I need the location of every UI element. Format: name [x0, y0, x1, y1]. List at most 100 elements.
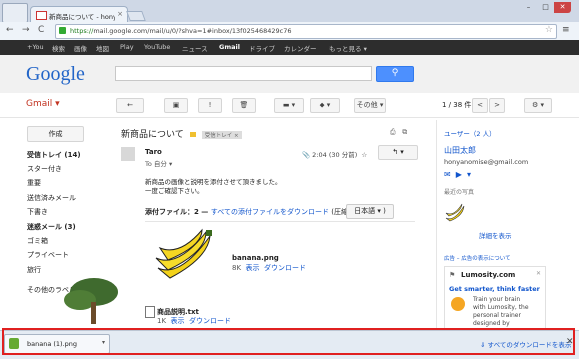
gbar-item-maps[interactable]: 地図	[96, 43, 109, 53]
settings-button[interactable]: ⚙ ▾	[524, 98, 552, 113]
gbar-item-images[interactable]: 画像	[74, 43, 87, 53]
window-controls: – □ ✕	[520, 2, 576, 14]
ad-line: Train your brain	[473, 296, 521, 303]
report-spam-button[interactable]: !	[198, 98, 222, 113]
sidebar-item-important[interactable]: 重要	[27, 178, 41, 188]
forward-button[interactable]: →	[22, 25, 30, 35]
lumosity-logo-icon	[451, 297, 465, 311]
search-button[interactable]: ⚲	[376, 66, 414, 82]
sidebar-item-starred[interactable]: スター付き	[27, 164, 62, 174]
gbar-item-gmail[interactable]: Gmail	[219, 43, 240, 51]
video-icon[interactable]: ▶	[456, 170, 462, 179]
ad-close-icon[interactable]: ✕	[536, 270, 541, 277]
browser-menu-icon[interactable]: ≡	[562, 25, 574, 35]
folder-icon	[189, 132, 196, 137]
sidebar-item-travel[interactable]: 旅行	[27, 265, 41, 275]
reply-button[interactable]: ↰ ▾	[378, 145, 418, 160]
ad-title[interactable]: Lumosity.com	[461, 271, 515, 279]
profile-avatar-icon[interactable]	[2, 3, 28, 23]
back-button[interactable]: ←	[6, 25, 14, 35]
delete-button[interactable]: 🗑	[232, 98, 256, 113]
url-text: https://mail.google.com/mail/u/0/?shva=1…	[70, 27, 292, 35]
archive-button[interactable]: ▣	[164, 98, 188, 113]
prev-mail-button[interactable]: <	[472, 98, 488, 113]
mail-time: 📎 2:04 (30 分前) ☆	[302, 151, 368, 159]
attachment-meta: 1K 表示 ダウンロード	[157, 317, 231, 325]
sender-avatar	[121, 147, 135, 161]
maximize-button[interactable]: □	[537, 2, 554, 13]
banana-thumbnail[interactable]	[150, 228, 222, 284]
view-link[interactable]: 表示	[246, 264, 260, 272]
recent-photo-banana[interactable]	[444, 202, 466, 224]
ad-line: personal trainer	[473, 312, 521, 319]
users-heading[interactable]: ユーザー（2 人）	[444, 128, 496, 138]
text-file-icon	[145, 306, 155, 318]
inbox-tag[interactable]: 受信トレイ ×	[201, 130, 242, 139]
minimize-button[interactable]: –	[520, 2, 537, 13]
tab-close-icon[interactable]: ×	[117, 10, 123, 18]
download-all-link[interactable]: すべての添付ファイルをダウンロード	[211, 208, 329, 216]
contact-actions: ✉ ▶ ▾	[444, 170, 471, 179]
gmail-menu[interactable]: Gmail ▾	[26, 99, 60, 109]
recipient-line[interactable]: To 自分 ▾	[145, 158, 172, 168]
attachments-header: 添付ファイル：2 — すべての添付ファイルをダウンロード (圧縮:	[145, 208, 351, 216]
download-link[interactable]: ダウンロード	[264, 264, 306, 272]
view-link[interactable]: 表示	[171, 317, 185, 325]
contact-email: honyanomise@gmail.com	[444, 158, 529, 166]
sender-name[interactable]: Taro	[145, 148, 162, 156]
contact-name[interactable]: 山田太郎	[444, 145, 476, 156]
new-tab-button[interactable]	[126, 11, 146, 21]
show-details-link[interactable]: 詳細を表示	[479, 230, 512, 240]
gbar-item-youtube[interactable]: YouTube	[144, 43, 170, 51]
tab-title: 新商品について - honyano	[49, 13, 115, 21]
lock-icon	[59, 27, 66, 34]
sidebar-item-private[interactable]: プライベート	[27, 250, 69, 260]
divider	[145, 221, 415, 222]
next-mail-button[interactable]: >	[489, 98, 505, 113]
google-logo[interactable]: Google	[26, 63, 85, 86]
sidebar-item-sent[interactable]: 送信済みメール	[27, 193, 76, 203]
bookmark-star-icon[interactable]: ☆	[545, 25, 553, 35]
search-icon: ⚲	[391, 68, 399, 78]
ad-line: with Lumosity, the	[473, 304, 529, 311]
gbar-item-more[interactable]: もっと見る ▾	[329, 43, 367, 53]
more-actions-button[interactable]: その他 ▾	[354, 98, 386, 113]
reload-button[interactable]: C	[38, 25, 44, 35]
gmail-favicon-icon	[36, 11, 47, 20]
address-bar[interactable]: https://mail.google.com/mail/u/0/?shva=1…	[55, 24, 557, 39]
sidebar-item-drafts[interactable]: 下書き	[27, 207, 48, 217]
search-input[interactable]	[115, 66, 372, 81]
sidebar-item-trash[interactable]: ゴミ箱	[27, 236, 48, 246]
gbar-item-drive[interactable]: ドライブ	[249, 43, 275, 53]
gbar-item-search[interactable]: 検索	[52, 43, 65, 53]
mail-subject: 新商品について 受信トレイ ×	[121, 127, 242, 140]
gbar-item-plus-you[interactable]: +You	[27, 43, 44, 51]
download-link[interactable]: ダウンロード	[189, 317, 231, 325]
new-window-icon[interactable]: ⧉	[402, 128, 407, 136]
print-icon[interactable]: ⎙	[390, 128, 396, 136]
tag-icon: ⚑	[449, 271, 456, 279]
sidebar-item-inbox[interactable]: 受信トレイ (14)	[27, 150, 81, 160]
move-to-folder-button[interactable]: ▬ ▾	[274, 98, 304, 113]
compose-button[interactable]: 作成	[27, 126, 84, 142]
theme-tree-image	[64, 278, 118, 324]
divider	[436, 120, 437, 330]
close-window-button[interactable]: ✕	[554, 2, 571, 13]
ad-card[interactable]: ⚑ Lumosity.com ✕ Get smarter, think fast…	[444, 266, 546, 332]
back-to-inbox-button[interactable]: ←	[116, 98, 144, 113]
highlight-box	[2, 328, 575, 355]
more-icon[interactable]: ▾	[467, 170, 471, 179]
google-bar: +You 検索 画像 地図 Play YouTube ニュース Gmail ドラ…	[0, 40, 579, 55]
ads-label[interactable]: 広告 – 広告の表示について	[444, 254, 511, 262]
sidebar-item-spam[interactable]: 迷惑メール (3)	[27, 222, 76, 232]
attachment-name: banana.png	[232, 254, 279, 262]
ad-headline[interactable]: Get smarter, think faster	[449, 285, 540, 293]
gbar-item-news[interactable]: ニュース	[182, 43, 208, 53]
compress-language-select[interactable]: 日本語 ▾ )	[346, 204, 394, 219]
gbar-item-calendar[interactable]: カレンダー	[284, 43, 317, 53]
gbar-item-play[interactable]: Play	[120, 43, 134, 51]
labels-button[interactable]: ⬥ ▾	[310, 98, 340, 113]
mail-icon[interactable]: ✉	[444, 170, 451, 179]
star-icon[interactable]: ☆	[361, 151, 367, 159]
browser-tab[interactable]: 新商品について - honyano ×	[30, 6, 128, 23]
